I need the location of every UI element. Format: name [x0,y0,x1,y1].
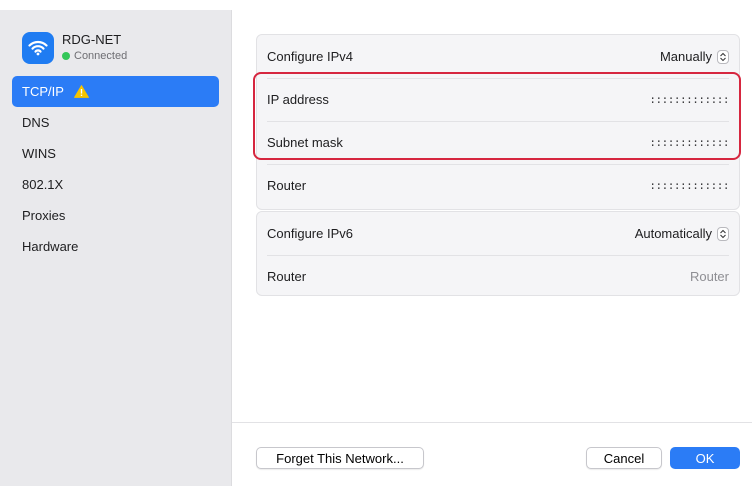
network-status: Connected [62,48,127,64]
ipv6-router-label: Router [267,269,307,284]
router-row: Router ::::::::::::: [257,164,739,207]
up-down-chevron-icon [717,49,729,64]
sidebar-item-label: Hardware [22,238,79,254]
configure-ipv4-select[interactable]: Manually [660,49,729,64]
sidebar-item-wins[interactable]: WINS [12,138,219,169]
wifi-icon [22,32,54,64]
connected-status-dot-icon [62,52,70,60]
ip-address-row: IP address ::::::::::::: [257,78,739,121]
configure-ipv4-row: Configure IPv4 Manually [257,35,739,78]
router-label: Router [267,178,307,193]
ipv6-router-field[interactable]: Router [690,269,729,284]
ok-button[interactable]: OK [670,447,740,469]
cancel-button[interactable]: Cancel [586,447,662,469]
ipv6-router-row: Router Router [257,255,739,298]
sidebar-item-8021x[interactable]: 802.1X [12,169,219,200]
sidebar-item-hardware[interactable]: Hardware [12,231,219,262]
sidebar-item-label: WINS [22,145,56,161]
sidebar-item-label: Proxies [22,207,66,223]
network-settings-window: RDG-NET Connected TCP/IP DNS WINS 802.1X… [0,0,752,486]
subnet-mask-row: Subnet mask ::::::::::::: [257,121,739,164]
sidebar-item-tcpip[interactable]: TCP/IP [12,76,219,107]
configure-ipv6-value: Automatically [634,226,712,241]
network-name: RDG-NET [62,32,122,47]
sidebar-nav: TCP/IP DNS WINS 802.1X Proxies Hardware [12,76,219,262]
configure-ipv6-select[interactable]: Automatically [635,226,729,241]
configure-ipv6-label: Configure IPv6 [267,226,353,241]
configure-ipv6-row: Configure IPv6 Automatically [257,212,739,255]
configure-ipv4-value: Manually [659,49,712,64]
sidebar-item-label: 802.1X [22,176,64,192]
network-header: RDG-NET Connected [22,32,127,64]
ipv4-group: Configure IPv4 Manually IP address :::::… [256,34,740,210]
footer-bar: Forget This Network... Cancel OK [232,422,752,486]
ipv6-group: Configure IPv6 Automatically Router Rout… [256,211,740,296]
forget-network-button[interactable]: Forget This Network... [256,447,424,469]
subnet-mask-label: Subnet mask [267,135,343,150]
sidebar-item-label: DNS [22,114,50,130]
network-status-label: Connected [74,50,128,62]
router-field[interactable]: ::::::::::::: [649,179,729,192]
sidebar-item-dns[interactable]: DNS [12,107,219,138]
ip-address-label: IP address [267,92,329,107]
sidebar: RDG-NET Connected TCP/IP DNS WINS 802.1X… [0,10,232,486]
ip-address-field[interactable]: ::::::::::::: [649,93,729,106]
tcpip-panel: Configure IPv4 Manually IP address :::::… [232,10,752,486]
subnet-mask-field[interactable]: ::::::::::::: [649,136,729,149]
warning-icon [74,85,89,98]
sidebar-item-proxies[interactable]: Proxies [12,200,219,231]
sidebar-item-label: TCP/IP [22,83,64,99]
configure-ipv4-label: Configure IPv4 [267,49,353,64]
up-down-chevron-icon [717,226,729,241]
